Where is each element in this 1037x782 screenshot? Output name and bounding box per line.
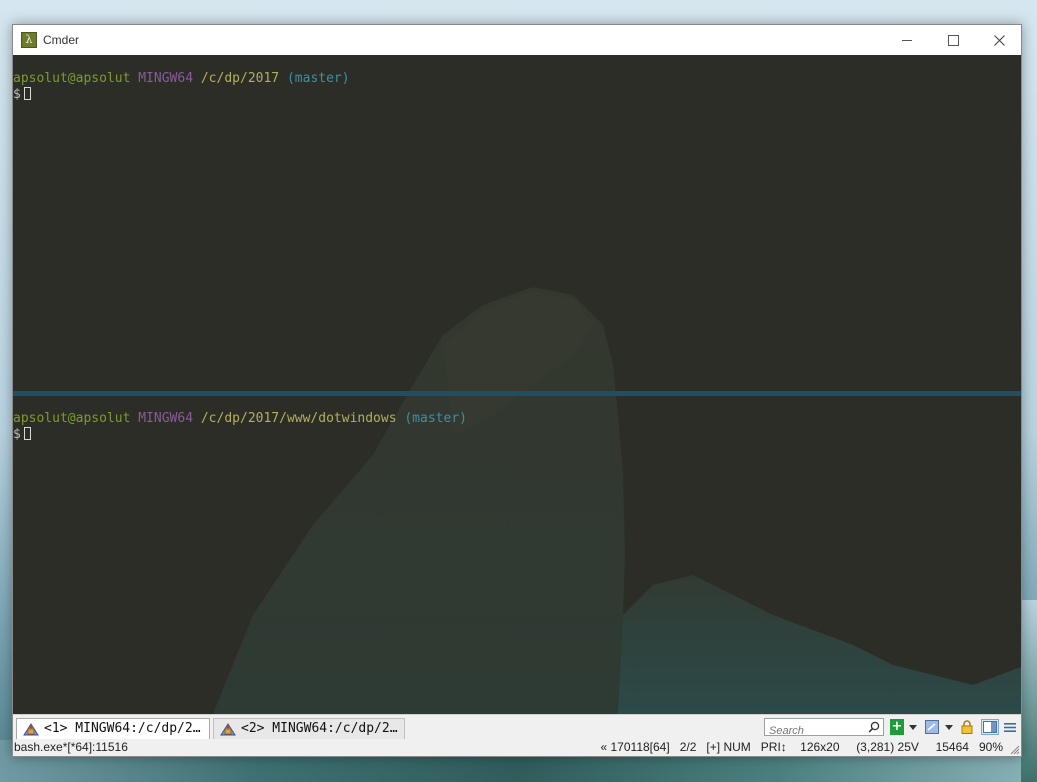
git-bash-icon: [220, 723, 236, 736]
console-area[interactable]: apsolut@apsolut MINGW64 /c/dp/2017 (mast…: [13, 55, 1021, 714]
chevron-down-icon: [945, 724, 953, 730]
status-console-index: 2/2: [679, 740, 697, 754]
tab-console-2[interactable]: <2> MINGW64:/c/dp/2…: [213, 718, 405, 739]
window-title: Cmder: [43, 33, 80, 47]
plus-icon: +: [891, 719, 903, 734]
search-box[interactable]: [764, 718, 884, 739]
prompt-env: MINGW64: [138, 71, 194, 86]
switch-pane-button[interactable]: [925, 719, 939, 735]
git-bash-icon: [23, 723, 39, 736]
pane-icon: [925, 720, 939, 734]
status-priority: PRI↕: [760, 740, 787, 754]
lock-icon: [961, 720, 973, 734]
prompt-user-host: apsolut@apsolut: [13, 71, 131, 86]
switch-pane-dropdown[interactable]: [944, 719, 954, 735]
lambda-icon[interactable]: λ: [21, 32, 37, 48]
input-line[interactable]: $: [13, 427, 1021, 443]
menu-button[interactable]: [1003, 719, 1017, 735]
pane-splitter[interactable]: [13, 391, 1021, 396]
text-cursor: [23, 427, 31, 440]
status-transparency[interactable]: 90%: [979, 739, 1003, 756]
prompt-path: /c/dp/2017/www/dotwindows: [200, 411, 397, 426]
split-view-button[interactable]: [981, 719, 999, 735]
status-process: bash.exe*[*64]:11516: [14, 740, 128, 754]
tab-console-1[interactable]: <1> MINGW64:/c/dp/2…: [16, 718, 210, 739]
minimize-button[interactable]: [884, 25, 930, 55]
resize-grip-icon[interactable]: [1008, 743, 1020, 755]
tab-label: <2> MINGW64:/c/dp/2…: [241, 721, 398, 736]
prompt-symbol: $: [13, 427, 21, 442]
tab-label: <1> MINGW64:/c/dp/2…: [44, 721, 201, 736]
search-input[interactable]: [765, 723, 867, 739]
hamburger-menu-icon: [1004, 722, 1016, 732]
new-console-dropdown[interactable]: [908, 719, 918, 735]
close-icon: [993, 34, 1005, 46]
chevron-down-icon: [909, 724, 917, 730]
tab-bar: <1> MINGW64:/c/dp/2… <2> MINGW64:/c/dp/2…: [13, 714, 1021, 739]
status-build: « 170118[64]: [600, 740, 670, 754]
maximize-icon: [947, 34, 959, 46]
prompt-user-host: apsolut@apsolut: [13, 411, 131, 426]
prompt-git-branch: (master): [286, 71, 350, 86]
new-console-button[interactable]: +: [890, 719, 904, 735]
split-view-icon: [983, 721, 997, 733]
status-num-lock: NUM: [723, 740, 751, 754]
prompt-line: apsolut@apsolut MINGW64 /c/dp/2017/www/d…: [13, 411, 1021, 427]
status-fields: « 170118[64] 2/2 [+] NUM PRI↕ 126x20 (3,…: [601, 739, 1004, 756]
input-line[interactable]: $: [13, 87, 1021, 103]
text-cursor: [23, 87, 31, 100]
minimize-icon: [902, 39, 912, 41]
console-pane-1[interactable]: apsolut@apsolut MINGW64 /c/dp/2017 (mast…: [13, 71, 1021, 391]
prompt-path: /c/dp/2017: [200, 71, 280, 86]
desktop-wallpaper-edge: [1021, 600, 1037, 782]
prompt-symbol: $: [13, 87, 21, 102]
status-size: 126x20: [800, 740, 840, 754]
cmder-window: λ Cmder apsolut@apsolut MINGW64 /c/dp/20…: [12, 24, 1022, 757]
maximize-button[interactable]: [930, 25, 976, 55]
prompt-git-branch: (master): [404, 411, 467, 426]
prompt-line: apsolut@apsolut MINGW64 /c/dp/2017 (mast…: [13, 71, 1021, 87]
close-button[interactable]: [976, 25, 1022, 55]
status-bar: bash.exe*[*64]:11516 « 170118[64] 2/2 [+…: [13, 739, 1021, 756]
prompt-env: MINGW64: [138, 411, 194, 426]
lock-button[interactable]: [960, 719, 974, 735]
status-insert-mode: [+]: [706, 740, 721, 754]
title-bar[interactable]: λ Cmder: [13, 25, 1021, 55]
search-icon[interactable]: [868, 721, 880, 733]
console-pane-2[interactable]: apsolut@apsolut MINGW64 /c/dp/2017/www/d…: [13, 411, 1021, 711]
status-cursor-pos: (3,281) 25V: [856, 740, 919, 754]
status-pid: 15464: [935, 740, 969, 754]
